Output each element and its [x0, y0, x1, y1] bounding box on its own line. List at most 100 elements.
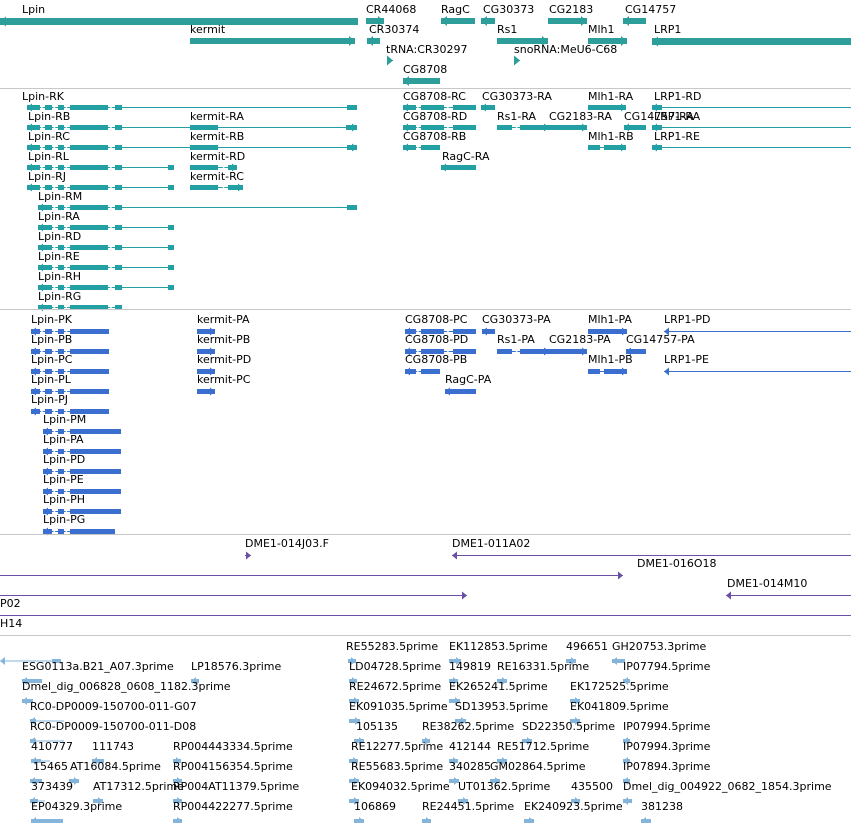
feature-label[interactable]: IP07794.5prime	[623, 661, 710, 673]
feature-label[interactable]: RE12277.5prime	[351, 741, 443, 753]
feature-label[interactable]: Rs1-RA	[497, 111, 536, 123]
feature-glyph[interactable]	[0, 615, 851, 616]
feature-label[interactable]: SD22350.5prime	[522, 721, 615, 733]
feature-label[interactable]: LRP1-RD	[654, 91, 702, 103]
feature-label[interactable]: RE38262.5prime	[422, 721, 514, 733]
feature-glyph[interactable]	[367, 36, 380, 46]
feature-glyph[interactable]	[38, 203, 357, 212]
feature-label[interactable]: 149819	[449, 661, 491, 673]
feature-label[interactable]: CG14757-PA	[626, 334, 695, 346]
feature-glyph[interactable]	[441, 163, 476, 172]
feature-label[interactable]: kermit-RC	[190, 171, 244, 183]
feature-label[interactable]: Lpin-RE	[38, 251, 80, 263]
feature-label[interactable]: RagC-PA	[445, 374, 491, 386]
feature-label[interactable]: LRP1-PE	[664, 354, 709, 366]
feature-label[interactable]: P02	[0, 598, 21, 610]
feature-glyph[interactable]	[497, 123, 549, 132]
feature-glyph[interactable]	[354, 817, 364, 823]
feature-label[interactable]: RP004443334.5prime	[173, 741, 293, 753]
feature-glyph[interactable]	[549, 347, 587, 356]
feature-label[interactable]: CG2183	[549, 4, 593, 16]
feature-label[interactable]: tRNA:CR30297	[386, 44, 468, 56]
feature-label[interactable]: IP07894.3prime	[623, 761, 710, 773]
feature-label[interactable]: Lpin-RM	[38, 191, 82, 203]
feature-label[interactable]: 496651	[566, 641, 608, 653]
feature-glyph[interactable]	[387, 55, 393, 66]
feature-label[interactable]: GM02864.5prime	[490, 761, 586, 773]
feature-label[interactable]: LRP1-PD	[664, 314, 710, 326]
feature-label[interactable]: CG8708-PC	[405, 314, 467, 326]
feature-glyph[interactable]	[0, 16, 358, 27]
feature-glyph[interactable]	[549, 123, 587, 132]
feature-glyph[interactable]	[405, 367, 440, 376]
feature-label[interactable]: EK265241.5prime	[449, 681, 548, 693]
feature-label[interactable]: 105135	[356, 721, 398, 733]
feature-glyph[interactable]	[497, 347, 549, 356]
feature-label[interactable]: Rs1	[497, 24, 517, 36]
feature-glyph[interactable]	[641, 817, 651, 823]
feature-label[interactable]: 435500	[571, 781, 613, 793]
feature-label[interactable]: CG8708-RD	[403, 111, 467, 123]
feature-label[interactable]: RE51712.5prime	[497, 741, 589, 753]
feature-label[interactable]: RP004156354.5prime	[173, 761, 293, 773]
feature-glyph[interactable]	[481, 16, 495, 26]
feature-label[interactable]: RP004AT11379.5prime	[173, 781, 299, 793]
feature-label[interactable]: 412144	[449, 741, 491, 753]
feature-label[interactable]: Lpin-PM	[43, 414, 86, 426]
feature-label[interactable]: CG14757	[625, 4, 676, 16]
feature-label[interactable]: CG8708-RB	[403, 131, 466, 143]
feature-label[interactable]: 410777	[31, 741, 73, 753]
feature-glyph[interactable]	[0, 591, 467, 600]
feature-label[interactable]: Mlh1-RB	[588, 131, 634, 143]
feature-label[interactable]: RC0-DP0009-150700-011-G07	[30, 701, 197, 713]
feature-glyph[interactable]	[173, 817, 182, 823]
feature-label[interactable]: CG30373-PA	[482, 314, 551, 326]
feature-label[interactable]: Lpin-RJ	[28, 171, 66, 183]
feature-label[interactable]: 340285	[449, 761, 491, 773]
feature-label[interactable]: kermit-PA	[197, 314, 250, 326]
feature-label[interactable]: CG8708	[403, 64, 447, 76]
feature-label[interactable]: Rs1-PA	[497, 334, 535, 346]
feature-glyph[interactable]	[190, 36, 355, 46]
feature-label[interactable]: 106869	[354, 801, 396, 813]
feature-label[interactable]: Lpin-PA	[43, 434, 84, 446]
feature-glyph[interactable]	[190, 183, 243, 192]
feature-label[interactable]: Lpin-PK	[31, 314, 72, 326]
feature-label[interactable]: EK094032.5prime	[351, 781, 450, 793]
feature-label[interactable]: kermit-PB	[197, 334, 250, 346]
feature-label[interactable]: GH20753.3prime	[612, 641, 706, 653]
feature-glyph[interactable]	[441, 16, 475, 26]
feature-label[interactable]: CG8708-PB	[405, 354, 467, 366]
feature-label[interactable]: 111743	[92, 741, 134, 753]
feature-glyph[interactable]	[31, 817, 63, 823]
feature-glyph[interactable]	[548, 16, 587, 26]
feature-label[interactable]: 381238	[641, 801, 683, 813]
feature-label[interactable]: Lpin-RH	[38, 271, 81, 283]
feature-label[interactable]: Lpin-RG	[38, 291, 81, 303]
feature-label[interactable]: LRP1-RA	[654, 111, 700, 123]
feature-label[interactable]: LRP1	[654, 24, 681, 36]
feature-label[interactable]: RE24451.5prime	[422, 801, 514, 813]
feature-label[interactable]: Mlh1	[588, 24, 615, 36]
feature-label[interactable]: Lpin-PL	[31, 374, 71, 386]
feature-label[interactable]: CG2183-PA	[549, 334, 611, 346]
feature-glyph[interactable]	[445, 387, 476, 396]
feature-label[interactable]: snoRNA:MeU6-C68	[514, 44, 617, 56]
feature-label[interactable]: EK112853.5prime	[449, 641, 548, 653]
feature-label[interactable]: DME1-014J03.F	[245, 538, 329, 550]
feature-label[interactable]: kermit-RD	[190, 151, 245, 163]
feature-label[interactable]: Lpin-RB	[28, 111, 70, 123]
feature-label[interactable]: SD13953.5prime	[455, 701, 548, 713]
feature-label[interactable]: ESG0113a.B21_A07.3prime	[22, 661, 174, 673]
feature-label[interactable]: 373439	[31, 781, 73, 793]
feature-label[interactable]: Lpin-RD	[38, 231, 81, 243]
feature-label[interactable]: Lpin-RK	[22, 91, 64, 103]
feature-label[interactable]: RagC	[441, 4, 470, 16]
feature-label[interactable]: kermit	[190, 24, 225, 36]
feature-glyph[interactable]	[652, 36, 851, 47]
feature-glyph[interactable]	[664, 367, 851, 376]
feature-label[interactable]: Mlh1-RA	[588, 91, 633, 103]
feature-label[interactable]: RC0-DP0009-150700-011-D08	[30, 721, 196, 733]
feature-label[interactable]: AT17312.5prime	[93, 781, 184, 793]
feature-label[interactable]: EK240923.5prime	[524, 801, 623, 813]
